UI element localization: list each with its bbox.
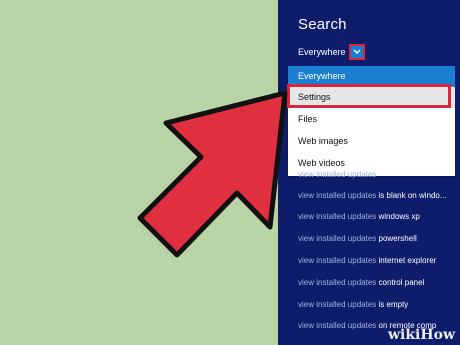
red-pointer-arrow-icon — [137, 90, 288, 258]
wikihow-watermark: wikiHow — [387, 327, 455, 343]
